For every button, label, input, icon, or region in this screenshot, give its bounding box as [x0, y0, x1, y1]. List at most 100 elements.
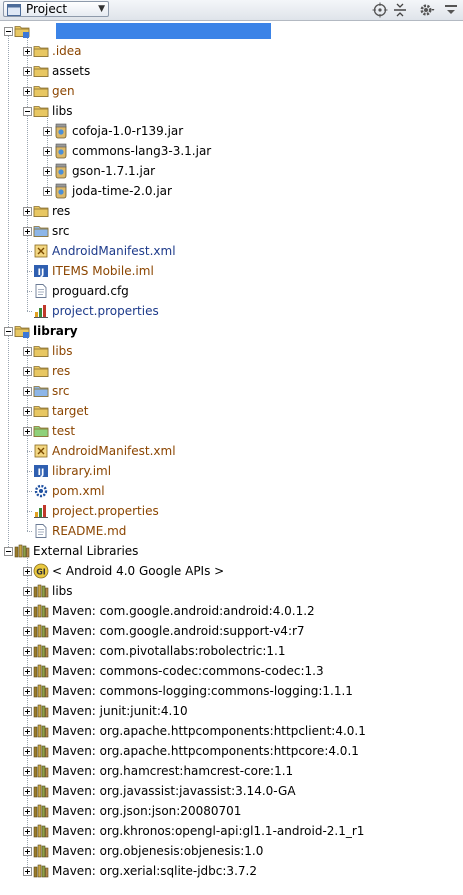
tree-row[interactable]: AndroidManifest.xml — [0, 441, 463, 461]
expand-toggle-icon[interactable] — [23, 367, 32, 376]
text-file-icon — [33, 523, 49, 539]
collapse-toggle-icon[interactable] — [4, 27, 13, 36]
tree-row[interactable]: res — [0, 361, 463, 381]
tree-item-label: AndroidManifest.xml — [52, 244, 176, 258]
library-icon — [14, 543, 30, 559]
tree-row[interactable]: pom.xml — [0, 481, 463, 501]
tree-row[interactable]: cofoja-1.0-r139.jar — [0, 121, 463, 141]
expand-toggle-icon[interactable] — [23, 607, 32, 616]
library-icon — [33, 583, 49, 599]
collapse-toggle-icon[interactable] — [4, 327, 13, 336]
tree-row[interactable]: Maven: org.json:json:20080701 — [0, 801, 463, 821]
collapse-toggle-icon[interactable] — [4, 547, 13, 556]
tree-row[interactable]: Maven: org.apache.httpcomponents:httpcor… — [0, 741, 463, 761]
library-icon — [33, 643, 49, 659]
tree-row[interactable] — [0, 21, 463, 41]
expand-toggle-icon[interactable] — [23, 587, 32, 596]
tree-row[interactable]: External Libraries — [0, 541, 463, 561]
tree-row[interactable]: AndroidManifest.xml — [0, 241, 463, 261]
expand-toggle-icon[interactable] — [23, 707, 32, 716]
tree-row[interactable]: GI < Android 4.0 Google APIs > — [0, 561, 463, 581]
expand-toggle-icon[interactable] — [23, 667, 32, 676]
expand-toggle-icon[interactable] — [23, 747, 32, 756]
tree-row[interactable]: assets — [0, 61, 463, 81]
expand-toggle-icon[interactable] — [23, 207, 32, 216]
tree-row[interactable]: Maven: com.google.android:support-v4:r7 — [0, 621, 463, 641]
target-icon[interactable] — [372, 2, 388, 18]
expand-toggle-icon[interactable] — [23, 767, 32, 776]
hide-panel-icon[interactable] — [443, 2, 459, 18]
tree-row[interactable]: libs — [0, 101, 463, 121]
expand-toggle-icon[interactable] — [23, 627, 32, 636]
iml-file-icon: IJ — [33, 463, 49, 479]
tree-row[interactable]: Maven: org.apache.httpcomponents:httpcli… — [0, 721, 463, 741]
expand-toggle-icon[interactable] — [23, 427, 32, 436]
gear-icon[interactable] — [419, 2, 435, 18]
tree-row[interactable]: gson-1.7.1.jar — [0, 161, 463, 181]
project-view-dropdown[interactable]: Project ▼ — [3, 1, 109, 17]
tree-row[interactable]: project.properties — [0, 501, 463, 521]
expand-toggle-icon[interactable] — [43, 127, 52, 136]
folder-icon — [33, 43, 49, 59]
tree-item-label: project.properties — [52, 304, 159, 318]
expand-toggle-icon[interactable] — [23, 727, 32, 736]
expand-toggle-icon[interactable] — [23, 407, 32, 416]
tree-row[interactable]: Maven: org.objenesis:objenesis:1.0 — [0, 841, 463, 861]
expand-toggle-icon[interactable] — [43, 167, 52, 176]
expand-toggle-icon[interactable] — [23, 847, 32, 856]
tree-row[interactable]: Maven: org.javassist:javassist:3.14.0-GA — [0, 781, 463, 801]
tree-row[interactable]: IJ library.iml — [0, 461, 463, 481]
project-tree[interactable]: .idea assets gen libs cofoja-1.0-r139.jar com… — [0, 21, 463, 895]
expand-toggle-icon[interactable] — [23, 827, 32, 836]
tree-row[interactable]: Maven: org.khronos:opengl-api:gl1.1-andr… — [0, 821, 463, 841]
tree-row[interactable]: README.md — [0, 521, 463, 541]
library-icon — [33, 823, 49, 839]
expand-toggle-icon[interactable] — [43, 187, 52, 196]
expand-toggle-icon[interactable] — [23, 387, 32, 396]
tree-item-label: commons-lang3-3.1.jar — [72, 144, 212, 158]
expand-toggle-icon[interactable] — [23, 687, 32, 696]
expand-toggle-icon[interactable] — [23, 867, 32, 876]
tree-row[interactable]: Maven: commons-logging:commons-logging:1… — [0, 681, 463, 701]
expand-toggle-icon[interactable] — [23, 67, 32, 76]
folder-icon — [33, 83, 49, 99]
expand-toggle-icon[interactable] — [23, 647, 32, 656]
tree-row[interactable]: libs — [0, 581, 463, 601]
tree-row[interactable]: res — [0, 201, 463, 221]
tree-row[interactable]: gen — [0, 81, 463, 101]
tree-item-label: src — [52, 224, 70, 238]
expand-toggle-icon[interactable] — [23, 787, 32, 796]
tree-row[interactable]: libs — [0, 341, 463, 361]
expand-toggle-icon[interactable] — [23, 807, 32, 816]
expand-toggle-icon[interactable] — [23, 87, 32, 96]
expand-toggle-icon[interactable] — [23, 567, 32, 576]
tree-row[interactable]: Maven: org.hamcrest:hamcrest-core:1.1 — [0, 761, 463, 781]
expand-toggle-icon[interactable] — [23, 347, 32, 356]
tree-row[interactable]: commons-lang3-3.1.jar — [0, 141, 463, 161]
expand-toggle-icon[interactable] — [43, 147, 52, 156]
tree-row[interactable]: target — [0, 401, 463, 421]
collapse-all-icon[interactable] — [392, 2, 408, 18]
jar-icon — [53, 143, 69, 159]
tree-row[interactable]: Maven: commons-codec:commons-codec:1.3 — [0, 661, 463, 681]
expand-toggle-icon[interactable] — [23, 227, 32, 236]
tree-row[interactable]: src — [0, 381, 463, 401]
tree-row[interactable]: src — [0, 221, 463, 241]
tree-row[interactable]: project.properties — [0, 301, 463, 321]
tree-row[interactable]: joda-time-2.0.jar — [0, 181, 463, 201]
tree-row[interactable]: IJ ITEMS Mobile.iml — [0, 261, 463, 281]
tree-item-label: library — [33, 324, 78, 338]
expand-toggle-icon[interactable] — [23, 47, 32, 56]
tree-row[interactable]: test — [0, 421, 463, 441]
tree-row[interactable]: proguard.cfg — [0, 281, 463, 301]
text-file-icon — [33, 283, 49, 299]
tree-item-label: Maven: com.google.android:android:4.0.1.… — [52, 604, 315, 618]
tree-item-label: Maven: commons-logging:commons-logging:1… — [52, 684, 353, 698]
tree-row[interactable]: .idea — [0, 41, 463, 61]
tree-row[interactable]: Maven: junit:junit:4.10 — [0, 701, 463, 721]
collapse-toggle-icon[interactable] — [23, 107, 32, 116]
tree-row[interactable]: Maven: org.xerial:sqlite-jdbc:3.7.2 — [0, 861, 463, 881]
tree-row[interactable]: library — [0, 321, 463, 341]
tree-row[interactable]: Maven: com.google.android:android:4.0.1.… — [0, 601, 463, 621]
tree-row[interactable]: Maven: com.pivotallabs:robolectric:1.1 — [0, 641, 463, 661]
